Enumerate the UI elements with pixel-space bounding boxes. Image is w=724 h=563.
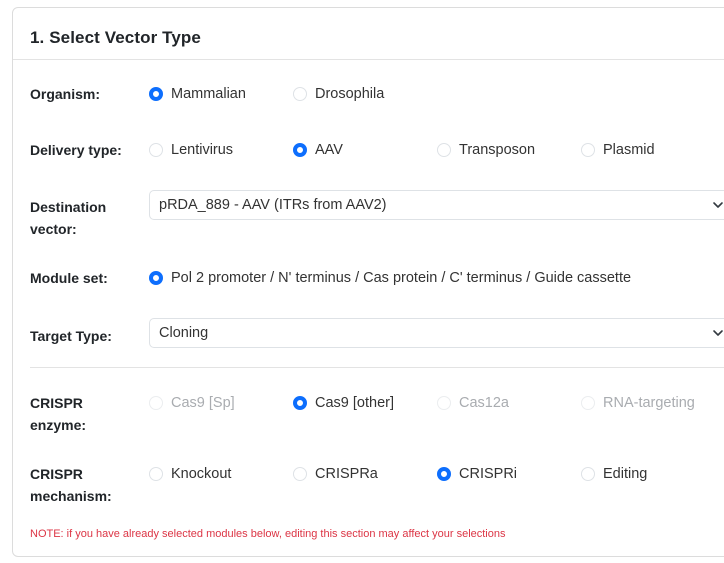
card-title: 1. Select Vector Type — [30, 28, 201, 47]
radio-enzyme-cas12a: Cas12a — [437, 395, 509, 411]
radio-label: Pol 2 promoter / N' terminus / Cas prote… — [171, 270, 632, 286]
radio-circle-icon — [437, 467, 451, 481]
target-type-select[interactable]: Cloning — [149, 318, 724, 348]
radio-label: Cas9 [Sp] — [171, 395, 235, 411]
radio-circle-icon — [581, 143, 595, 157]
vector-type-card: 1. Select Vector Type Organism: Mammalia… — [12, 7, 724, 557]
radio-enzyme-cas9-other[interactable]: Cas9 [other] — [293, 395, 394, 411]
radio-label: Editing — [603, 466, 648, 482]
radio-circle-icon — [149, 467, 163, 481]
label-line: CRISPR — [30, 395, 83, 411]
radio-label: RNA-targeting — [603, 395, 695, 411]
radio-label: Plasmid — [603, 142, 655, 158]
label-line: CRISPR — [30, 466, 83, 482]
radio-label: CRISPRa — [315, 466, 378, 482]
radio-delivery-transposon[interactable]: Transposon — [437, 142, 535, 158]
radio-circle-icon — [581, 396, 595, 410]
chevron-down-icon — [713, 330, 723, 336]
radio-label: Mammalian — [171, 86, 246, 102]
radio-mechanism-crispra[interactable]: CRISPRa — [293, 466, 378, 482]
radio-delivery-aav[interactable]: AAV — [293, 142, 343, 158]
chevron-down-icon — [713, 202, 723, 208]
radio-circle-icon — [149, 396, 163, 410]
warning-note: NOTE: if you have already selected modul… — [30, 528, 506, 540]
radio-organism-mammalian[interactable]: Mammalian — [149, 86, 246, 102]
organism-label: Organism: — [30, 86, 101, 102]
radio-enzyme-rna-targeting: RNA-targeting — [581, 395, 695, 411]
radio-circle-icon — [149, 143, 163, 157]
target-type-label: Target Type: — [30, 328, 112, 344]
module-set-label: Module set: — [30, 270, 108, 286]
radio-circle-icon — [437, 143, 451, 157]
delivery-type-label: Delivery type: — [30, 142, 122, 158]
radio-label: Cas12a — [459, 395, 509, 411]
destination-vector-select[interactable]: pRDA_889 - AAV (ITRs from AAV2) — [149, 190, 724, 220]
label-line: enzyme: — [30, 417, 87, 433]
radio-label: CRISPRi — [459, 466, 518, 482]
select-value: pRDA_889 - AAV (ITRs from AAV2) — [159, 197, 387, 213]
radio-delivery-lentivirus[interactable]: Lentivirus — [149, 142, 233, 158]
section-divider — [30, 367, 724, 368]
card-header: 1. Select Vector Type — [13, 8, 724, 60]
radio-label: Drosophila — [315, 86, 385, 102]
label-line: Destination — [30, 199, 107, 215]
radio-circle-icon — [437, 396, 451, 410]
radio-mechanism-editing[interactable]: Editing — [581, 466, 647, 482]
radio-enzyme-cas9-sp: Cas9 [Sp] — [149, 395, 235, 411]
radio-circle-icon — [293, 143, 307, 157]
radio-module-set-pol2[interactable]: Pol 2 promoter / N' terminus / Cas prote… — [149, 270, 631, 286]
radio-mechanism-crispri[interactable]: CRISPRi — [437, 466, 517, 482]
radio-mechanism-knockout[interactable]: Knockout — [149, 466, 231, 482]
crispr-enzyme-label: CRISPR enzyme: — [30, 392, 86, 436]
radio-circle-icon — [149, 87, 163, 101]
radio-circle-icon — [149, 271, 163, 285]
radio-delivery-plasmid[interactable]: Plasmid — [581, 142, 655, 158]
label-line: mechanism: — [30, 488, 112, 504]
radio-label: Cas9 [other] — [315, 395, 394, 411]
radio-label: Transposon — [459, 142, 536, 158]
radio-circle-icon — [293, 467, 307, 481]
radio-organism-drosophila[interactable]: Drosophila — [293, 86, 384, 102]
radio-label: Lentivirus — [171, 142, 234, 158]
crispr-mechanism-label: CRISPR mechanism: — [30, 463, 112, 507]
radio-circle-icon — [581, 467, 595, 481]
destination-vector-label: Destination vector: — [30, 196, 106, 240]
radio-circle-icon — [293, 396, 307, 410]
radio-circle-icon — [293, 87, 307, 101]
label-line: vector: — [30, 221, 77, 237]
radio-label: AAV — [315, 142, 343, 158]
select-value: Cloning — [159, 325, 209, 341]
radio-label: Knockout — [171, 466, 232, 482]
